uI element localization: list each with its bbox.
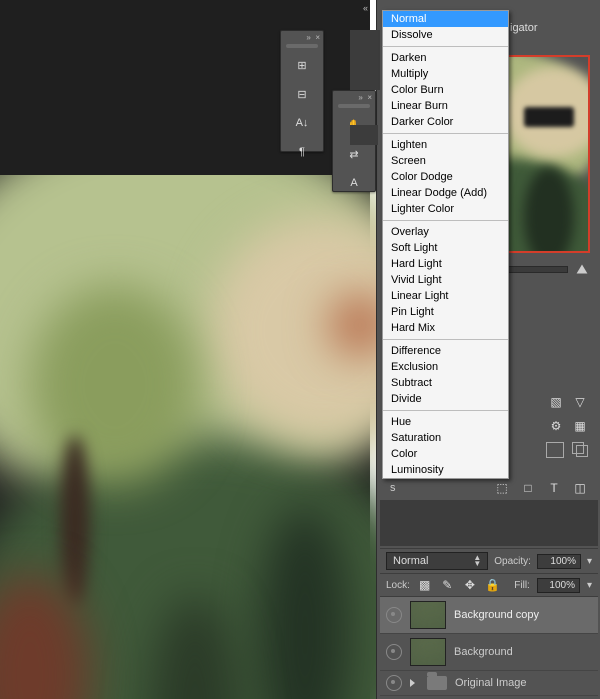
layer-thumbnail[interactable] xyxy=(410,638,446,666)
blend-option[interactable]: Difference xyxy=(383,343,508,359)
blend-option[interactable]: Subtract xyxy=(383,375,508,391)
stepper-icon: ▲▼ xyxy=(473,555,481,567)
folder-icon xyxy=(427,676,447,690)
opacity-label: Opacity: xyxy=(494,556,531,567)
fill-flyout-icon[interactable]: ▾ xyxy=(587,580,592,591)
panel-gap xyxy=(380,500,598,546)
visibility-icon[interactable] xyxy=(386,607,402,623)
tool-align-icon[interactable]: ⊞ xyxy=(286,53,318,77)
layer-name: Background xyxy=(454,646,513,658)
blend-option[interactable]: Vivid Light xyxy=(383,272,508,288)
channels-tab-label[interactable]: s xyxy=(390,482,396,494)
visibility-icon[interactable] xyxy=(386,644,402,660)
opacity-value[interactable]: 100% xyxy=(537,554,581,569)
fill-label: Fill: xyxy=(514,580,530,591)
adj-circles-icon[interactable]: ⚙ xyxy=(548,418,564,434)
tool-paragraph-icon[interactable]: ¶ xyxy=(286,140,318,164)
tool-distribute-icon[interactable]: ⊟ xyxy=(286,82,318,106)
layer-row[interactable]: Background copy xyxy=(380,597,598,634)
blend-option[interactable]: Screen xyxy=(383,153,508,169)
blend-option[interactable]: Overlay xyxy=(383,224,508,240)
blend-option[interactable]: Lighter Color xyxy=(383,201,508,217)
adj-grid-icon[interactable]: ▦ xyxy=(572,418,588,434)
blend-option[interactable]: Multiply xyxy=(383,66,508,82)
layer-row[interactable]: Original Image xyxy=(380,671,598,696)
blend-option[interactable]: Linear Burn xyxy=(383,98,508,114)
lock-position-icon[interactable]: ✥ xyxy=(462,577,478,593)
blend-option[interactable]: Soft Light xyxy=(383,240,508,256)
menu-separator xyxy=(383,46,508,47)
adj-dntri-icon[interactable]: ▽ xyxy=(572,394,588,410)
blend-mode-value: Normal xyxy=(393,555,428,567)
ch-path-icon[interactable]: ◫ xyxy=(572,480,588,496)
lock-transparent-icon[interactable]: ▩ xyxy=(417,577,433,593)
adj-halffill-icon[interactable]: ▧ xyxy=(548,394,564,410)
lock-label: Lock: xyxy=(386,580,410,591)
lock-pixels-icon[interactable]: ✎ xyxy=(440,577,456,593)
menu-separator xyxy=(383,220,508,221)
zoom-in-icon[interactable] xyxy=(577,265,588,274)
blend-option[interactable]: Linear Dodge (Add) xyxy=(383,185,508,201)
blend-option[interactable]: Pin Light xyxy=(383,304,508,320)
adj-sq2-icon[interactable] xyxy=(572,442,588,456)
ch-rgb-icon[interactable]: ⬚ xyxy=(494,480,510,496)
ch-type-icon[interactable]: T xyxy=(546,480,562,496)
collapse-icon[interactable]: « xyxy=(363,3,373,13)
adj-sq1-icon[interactable] xyxy=(546,442,564,458)
folder-caret-icon[interactable] xyxy=(410,679,415,687)
blend-option[interactable]: Dissolve xyxy=(383,27,508,43)
layer-name: Original Image xyxy=(455,677,527,689)
tool-glyph-icon[interactable]: A xyxy=(338,171,370,195)
blend-option[interactable]: Color Burn xyxy=(383,82,508,98)
opacity-flyout-icon[interactable]: ▾ xyxy=(587,556,592,567)
channels-panel: s ⬚ □ T ◫ xyxy=(380,476,598,496)
blend-option[interactable]: Darker Color xyxy=(383,114,508,130)
blend-option[interactable]: Saturation xyxy=(383,430,508,446)
tool-character-icon[interactable]: A↓ xyxy=(286,111,318,135)
blend-option[interactable]: Hue xyxy=(383,414,508,430)
ch-alpha-icon[interactable]: □ xyxy=(520,480,536,496)
menu-separator xyxy=(383,133,508,134)
blend-mode-select[interactable]: Normal ▲▼ xyxy=(386,552,488,570)
blend-option[interactable]: Linear Light xyxy=(383,288,508,304)
blend-mode-dropdown[interactable]: NormalDissolveDarkenMultiplyColor BurnLi… xyxy=(382,10,509,479)
tool-swap-icon[interactable]: ⇄ xyxy=(338,142,370,166)
blend-option[interactable]: Color Dodge xyxy=(383,169,508,185)
blend-option[interactable]: Divide xyxy=(383,391,508,407)
document-canvas[interactable] xyxy=(0,175,380,699)
blend-option[interactable]: Exclusion xyxy=(383,359,508,375)
blend-option[interactable]: Color xyxy=(383,446,508,462)
strip-head-b[interactable]: » × xyxy=(333,91,375,104)
layer-row[interactable]: Background xyxy=(380,634,598,671)
menu-separator xyxy=(383,410,508,411)
strip-head-a[interactable]: » × xyxy=(281,31,323,44)
fill-value[interactable]: 100% xyxy=(537,578,580,593)
blend-option[interactable]: Luminosity xyxy=(383,462,508,478)
blend-option[interactable]: Hard Light xyxy=(383,256,508,272)
layer-thumbnail[interactable] xyxy=(410,601,446,629)
blend-option[interactable]: Normal xyxy=(383,11,508,27)
layer-name: Background copy xyxy=(454,609,539,621)
menu-separator xyxy=(383,339,508,340)
blend-option[interactable]: Lighten xyxy=(383,137,508,153)
layers-panel: Normal ▲▼ Opacity: 100% ▾ Lock: ▩ ✎ ✥ 🔒 … xyxy=(380,548,598,699)
blend-option[interactable]: Darken xyxy=(383,50,508,66)
tool-strip-a: » × ⊞ ⊟ A↓ ¶ xyxy=(280,30,324,152)
navigator-tab-label: igator xyxy=(510,22,538,34)
lock-all-icon[interactable]: 🔒 xyxy=(485,577,501,593)
blend-option[interactable]: Hard Mix xyxy=(383,320,508,336)
visibility-icon[interactable] xyxy=(386,675,402,691)
